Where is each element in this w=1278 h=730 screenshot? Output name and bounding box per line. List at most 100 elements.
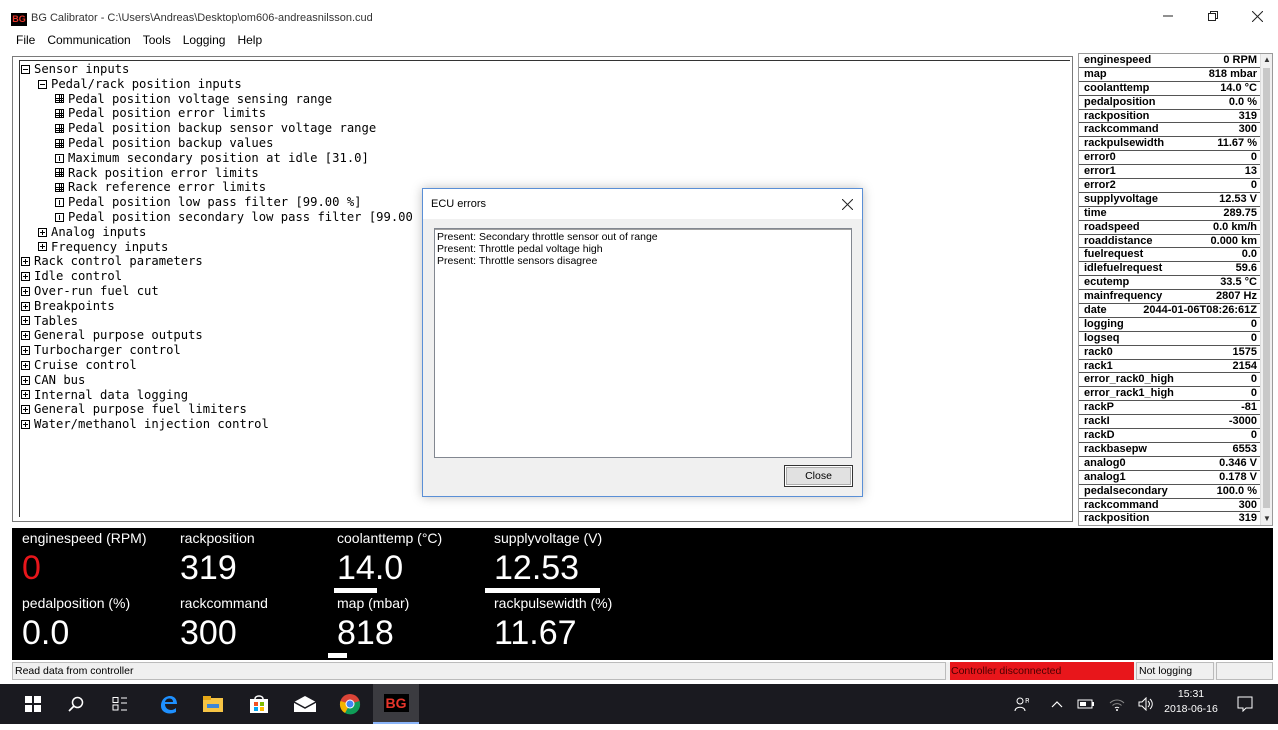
collapse-icon[interactable]	[21, 64, 30, 74]
variable-row[interactable]: rackposition 319	[1079, 512, 1261, 525]
variable-row[interactable]: coolanttemp 14.0 °C	[1079, 82, 1261, 96]
clock[interactable]: 15:31 2018-06-16	[1160, 687, 1222, 717]
volume-button[interactable]	[1133, 684, 1159, 724]
tree-node[interactable]: General purpose outputs	[21, 328, 413, 343]
error-item[interactable]: Present: Throttle pedal voltage high	[435, 243, 658, 255]
tree-node[interactable]: Pedal position backup sensor voltage ran…	[21, 121, 413, 136]
tree-node[interactable]: Water/methanol injection control	[21, 417, 413, 432]
variable-row[interactable]: map 818 mbar	[1079, 68, 1261, 82]
dialog-close-button[interactable]	[832, 189, 862, 219]
tree-node[interactable]: General purpose fuel limiters	[21, 402, 413, 417]
variable-row[interactable]: analog0 0.346 V	[1079, 457, 1261, 471]
expand-icon[interactable]	[21, 375, 30, 385]
chrome-button[interactable]	[327, 684, 373, 724]
variable-row[interactable]: error2 0	[1079, 179, 1261, 193]
battery-button[interactable]	[1073, 684, 1099, 724]
tree-node[interactable]: Idle control	[21, 269, 413, 284]
tree-node[interactable]: Analog inputs	[21, 225, 413, 240]
tree-node[interactable]: Pedal position secondary low pass filter…	[21, 210, 413, 225]
error-item[interactable]: Present: Throttle sensors disagree	[435, 255, 658, 267]
variable-row[interactable]: error1 13	[1079, 165, 1261, 180]
file-explorer-button[interactable]	[190, 684, 236, 724]
mail-button[interactable]	[282, 684, 328, 724]
error-list[interactable]: Present: Secondary throttle sensor out o…	[434, 228, 852, 458]
menu-file[interactable]: File	[0, 31, 41, 49]
variable-row[interactable]: rack1 2154	[1079, 360, 1261, 374]
tree-node[interactable]: Breakpoints	[21, 299, 413, 314]
expand-icon[interactable]	[21, 316, 30, 326]
expand-icon[interactable]	[21, 405, 30, 415]
start-button[interactable]	[10, 684, 56, 724]
variable-row[interactable]: rackposition 319	[1079, 110, 1261, 124]
menu-logging[interactable]: Logging	[177, 31, 232, 49]
search-button[interactable]	[53, 684, 99, 724]
people-button[interactable]: R	[1008, 684, 1034, 724]
tree-node[interactable]: Frequency inputs	[21, 240, 413, 255]
edge-button[interactable]	[145, 684, 191, 724]
variable-row[interactable]: mainfrequency 2807 Hz	[1079, 290, 1261, 305]
variable-row[interactable]: ecutemp 33.5 °C	[1079, 276, 1261, 291]
expand-icon[interactable]	[21, 360, 30, 370]
close-dialog-button[interactable]: Close	[784, 465, 853, 487]
error-item[interactable]: Present: Secondary throttle sensor out o…	[435, 231, 658, 243]
variable-row[interactable]: supplyvoltage 12.53 V	[1079, 193, 1261, 207]
network-button[interactable]	[1104, 684, 1130, 724]
variable-row[interactable]: pedalsecondary 100.0 %	[1079, 485, 1261, 499]
variable-row[interactable]: fuelrequest 0.0	[1079, 248, 1261, 263]
collapse-icon[interactable]	[38, 79, 47, 89]
expand-icon[interactable]	[21, 301, 30, 311]
expand-icon[interactable]	[21, 272, 30, 282]
variable-row[interactable]: date 2044-01-06T08:26:61Z	[1079, 304, 1261, 318]
tree-node[interactable]: Cruise control	[21, 358, 413, 373]
variable-row[interactable]: analog1 0.178 V	[1079, 471, 1261, 485]
expand-icon[interactable]	[21, 420, 30, 430]
expand-icon[interactable]	[21, 331, 30, 341]
variable-row[interactable]: rackI -3000	[1079, 415, 1261, 430]
variable-row[interactable]: roaddistance 0.000 km	[1079, 235, 1261, 249]
show-hidden-icons-button[interactable]	[1045, 684, 1069, 724]
task-view-button[interactable]	[97, 684, 143, 724]
variable-scrollbar[interactable]: ▲ ▼	[1260, 54, 1272, 525]
expand-icon[interactable]	[38, 227, 47, 237]
scroll-down-icon[interactable]: ▼	[1261, 513, 1272, 525]
variable-row[interactable]: rackcommand 300	[1079, 123, 1261, 138]
tree-node[interactable]: Rack reference error limits	[21, 180, 413, 195]
tree-node[interactable]: Rack control parameters	[21, 254, 413, 269]
expand-icon[interactable]	[21, 257, 30, 267]
variable-row[interactable]: rackpulsewidth 11.67 %	[1079, 137, 1261, 152]
tree-node[interactable]: Pedal/rack position inputs	[21, 77, 413, 92]
scroll-thumb[interactable]	[1263, 68, 1270, 508]
tree-node[interactable]: Sensor inputs	[21, 62, 413, 77]
expand-icon[interactable]	[21, 286, 30, 296]
tree-node[interactable]: Over-run fuel cut	[21, 284, 413, 299]
variable-row[interactable]: logging 0	[1079, 318, 1261, 332]
maximize-button[interactable]	[1190, 0, 1235, 32]
menu-tools[interactable]: Tools	[137, 31, 177, 49]
tree-node[interactable]: Turbocharger control	[21, 343, 413, 358]
action-center-button[interactable]	[1232, 684, 1258, 724]
expand-icon[interactable]	[21, 346, 30, 356]
variable-row[interactable]: time 289.75	[1079, 207, 1261, 221]
expand-icon[interactable]	[21, 390, 30, 400]
variable-row[interactable]: error_rack1_high 0	[1079, 387, 1261, 402]
minimize-button[interactable]	[1145, 0, 1190, 32]
variable-row[interactable]: roadspeed 0.0 km/h	[1079, 221, 1261, 235]
variable-row[interactable]: rack0 1575	[1079, 346, 1261, 360]
tree-node[interactable]: Pedal position voltage sensing range	[21, 92, 413, 107]
variable-row[interactable]: rackbasepw 6553	[1079, 443, 1261, 457]
variable-row[interactable]: rackcommand 300	[1079, 499, 1261, 513]
tree-node[interactable]: Pedal position low pass filter [99.00 %]	[21, 195, 413, 210]
expand-icon[interactable]	[38, 242, 47, 252]
scroll-up-icon[interactable]: ▲	[1261, 54, 1272, 66]
menu-help[interactable]: Help	[231, 31, 268, 49]
tree-node[interactable]: CAN bus	[21, 373, 413, 388]
variable-row[interactable]: pedalposition 0.0 %	[1079, 96, 1261, 110]
variable-row[interactable]: error_rack0_high 0	[1079, 373, 1261, 388]
tree-node[interactable]: Pedal position error limits	[21, 106, 413, 121]
tree-node[interactable]: Rack position error limits	[21, 166, 413, 181]
variable-row[interactable]: rackD 0	[1079, 429, 1261, 443]
variable-row[interactable]: error0 0	[1079, 151, 1261, 166]
close-button[interactable]	[1235, 0, 1278, 32]
tree-node[interactable]: Internal data logging	[21, 388, 413, 403]
tree-node[interactable]: Maximum secondary position at idle [31.0…	[21, 151, 413, 166]
